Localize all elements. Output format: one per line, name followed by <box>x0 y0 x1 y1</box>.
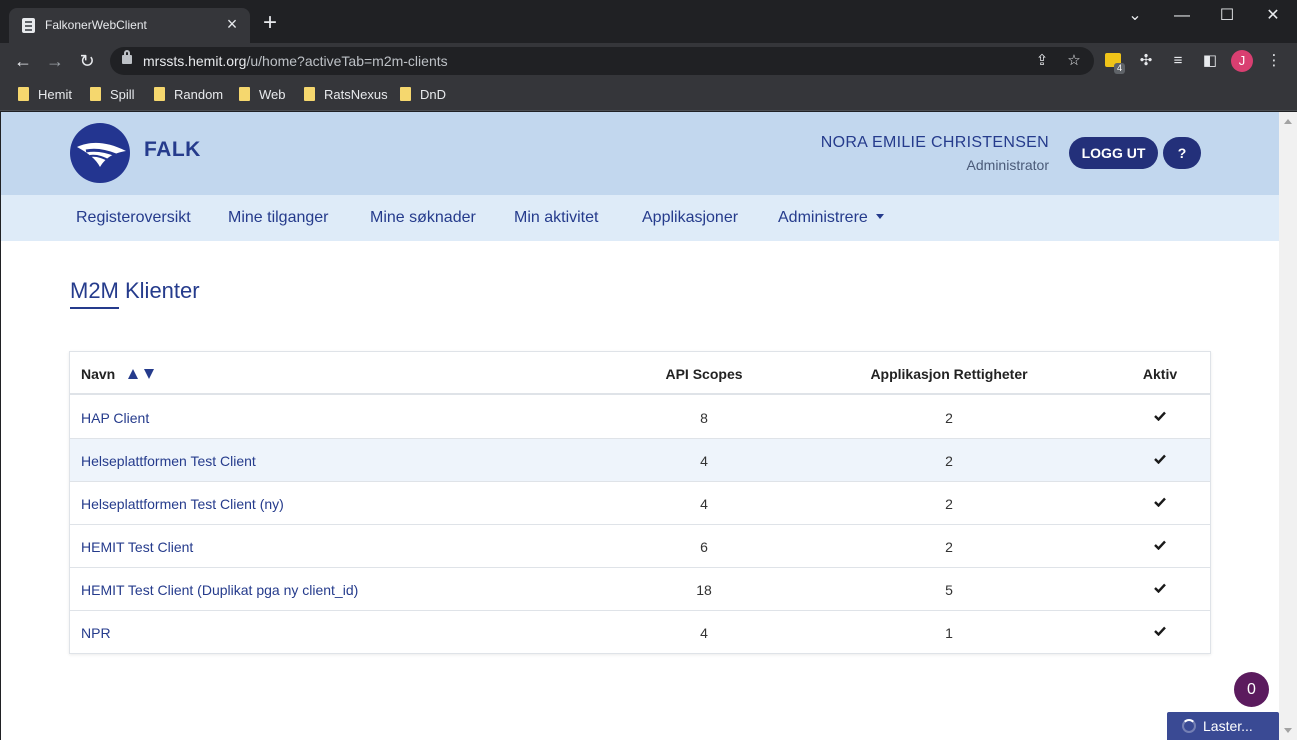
user-name: NORA EMILIE CHRISTENSEN <box>820 134 1049 151</box>
nav-administrere-dropdown[interactable]: Administrere <box>778 209 884 227</box>
api-scopes-count: 8 <box>700 410 708 426</box>
page-title: M2M Klienter <box>70 278 200 303</box>
back-icon[interactable]: ← <box>11 49 35 73</box>
main-nav: Registeroversikt Mine tilganger Mine søk… <box>1 195 1279 241</box>
app-rights-count: 1 <box>945 625 953 641</box>
tab-title: FalkonerWebClient <box>45 18 147 32</box>
url-text: mrssts.hemit.org/u/home?activeTab=m2m-cl… <box>143 53 448 69</box>
bookmarks-bar: Hemit Spill Random Web RatsNexus DnD <box>0 79 1297 111</box>
table-row[interactable]: HEMIT Test Client 6 2 <box>70 525 1210 568</box>
table-row[interactable]: Helseplattformen Test Client (ny) 4 2 <box>70 482 1210 525</box>
caret-down-icon <box>875 214 884 219</box>
checkmark-icon <box>1154 626 1166 636</box>
page-content: FALK NORA EMILIE CHRISTENSEN Administrat… <box>1 112 1279 740</box>
brand-name[interactable]: FALK <box>144 138 201 162</box>
nav-applikasjoner[interactable]: Applikasjoner <box>642 209 738 227</box>
nav-min-aktivitet[interactable]: Min aktivitet <box>514 209 598 227</box>
folder-icon <box>90 87 101 101</box>
folder-icon <box>154 87 165 101</box>
app-rights-count: 2 <box>945 496 953 512</box>
nav-mine-tilganger[interactable]: Mine tilganger <box>228 209 329 227</box>
side-panel-icon[interactable]: ◧ <box>1198 49 1222 73</box>
bookmark-random[interactable]: Random <box>154 86 223 104</box>
loading-text: Laster... <box>1203 718 1253 734</box>
bookmark-web[interactable]: Web <box>239 86 286 104</box>
sort-ascending-icon[interactable] <box>128 369 138 379</box>
app-header: FALK NORA EMILIE CHRISTENSEN Administrat… <box>1 112 1279 195</box>
checkmark-icon <box>1154 454 1166 464</box>
address-bar[interactable]: mrssts.hemit.org/u/home?activeTab=m2m-cl… <box>110 47 1094 75</box>
scroll-down-arrow-icon[interactable] <box>1284 728 1292 733</box>
app-rights-count: 2 <box>945 539 953 555</box>
checkmark-icon <box>1154 411 1166 421</box>
clients-table: Navn API Scopes Applikasjon Rettigheter … <box>69 351 1211 654</box>
api-scopes-count: 4 <box>700 453 708 469</box>
folder-icon <box>304 87 315 101</box>
logout-button[interactable]: LOGG UT <box>1069 137 1158 169</box>
client-name-link[interactable]: NPR <box>81 625 111 641</box>
nav-mine-soknader[interactable]: Mine søknader <box>370 209 476 227</box>
client-name-link[interactable]: HAP Client <box>81 410 149 426</box>
client-name-link[interactable]: Helseplattformen Test Client <box>81 453 256 469</box>
api-scopes-count: 4 <box>700 625 708 641</box>
loading-indicator: Laster... <box>1167 712 1279 740</box>
forward-icon[interactable]: → <box>43 49 67 73</box>
api-scopes-count: 18 <box>696 582 712 598</box>
bookmark-ratsnexus[interactable]: RatsNexus <box>304 86 388 104</box>
vertical-scrollbar[interactable] <box>1279 112 1297 740</box>
notification-count-badge[interactable]: 0 <box>1234 672 1269 707</box>
client-name-link[interactable]: Helseplattformen Test Client (ny) <box>81 496 284 512</box>
bookmark-star-icon[interactable]: ☆ <box>1064 51 1084 71</box>
spinner-icon <box>1182 719 1196 733</box>
sort-descending-icon[interactable] <box>144 369 154 379</box>
profile-avatar[interactable]: J <box>1231 50 1253 72</box>
help-button[interactable]: ? <box>1163 137 1201 169</box>
reload-icon[interactable]: ↻ <box>75 49 99 73</box>
user-role: Administrator <box>966 157 1049 173</box>
extensions-puzzle-icon[interactable]: ✣ <box>1134 49 1158 73</box>
app-rights-count: 2 <box>945 453 953 469</box>
minimize-icon[interactable]: — <box>1170 4 1194 28</box>
checkmark-icon <box>1154 497 1166 507</box>
reading-list-icon[interactable]: ≡ <box>1166 49 1190 73</box>
falk-logo-icon[interactable] <box>70 123 130 183</box>
app-rights-count: 5 <box>945 582 953 598</box>
new-tab-icon[interactable]: + <box>259 11 281 35</box>
app-rights-count: 2 <box>945 410 953 426</box>
share-icon[interactable]: ⇪ <box>1032 51 1052 71</box>
checkmark-icon <box>1154 540 1166 550</box>
browser-titlebar: FalkonerWebClient × + ⌄ — ☐ ✕ <box>0 0 1297 43</box>
maximize-icon[interactable]: ☐ <box>1215 4 1239 28</box>
client-name-link[interactable]: HEMIT Test Client (Duplikat pga ny clien… <box>81 582 358 598</box>
browser-tab[interactable]: FalkonerWebClient × <box>9 8 250 43</box>
extension-badge: 4 <box>1114 63 1126 74</box>
folder-icon <box>400 87 411 101</box>
nav-registeroversikt[interactable]: Registeroversikt <box>76 209 191 227</box>
tab-search-chevron-icon[interactable]: ⌄ <box>1123 4 1147 28</box>
folder-icon <box>18 87 29 101</box>
checkmark-icon <box>1154 583 1166 593</box>
title-underline <box>70 307 119 309</box>
browser-menu-icon[interactable]: ⋮ <box>1262 49 1286 73</box>
table-row[interactable]: NPR 4 1 <box>70 611 1210 654</box>
table-row[interactable]: HAP Client 8 2 <box>70 396 1210 439</box>
client-name-link[interactable]: HEMIT Test Client <box>81 539 193 555</box>
page-favicon-icon <box>22 18 35 33</box>
folder-icon <box>239 87 250 101</box>
api-scopes-count: 4 <box>700 496 708 512</box>
lock-icon <box>122 50 132 64</box>
bookmark-dnd[interactable]: DnD <box>400 86 446 104</box>
browser-toolbar: ← → ↻ mrssts.hemit.org/u/home?activeTab=… <box>0 43 1297 79</box>
column-header-navn[interactable]: Navn <box>81 366 115 382</box>
close-tab-icon[interactable]: × <box>222 14 242 34</box>
bookmark-spill[interactable]: Spill <box>90 86 135 104</box>
bookmark-hemit[interactable]: Hemit <box>18 86 72 104</box>
scroll-up-arrow-icon[interactable] <box>1284 119 1292 124</box>
table-row[interactable]: HEMIT Test Client (Duplikat pga ny clien… <box>70 568 1210 611</box>
api-scopes-count: 6 <box>700 539 708 555</box>
table-header: Navn API Scopes Applikasjon Rettigheter … <box>70 352 1210 395</box>
close-window-icon[interactable]: ✕ <box>1261 4 1285 28</box>
table-row[interactable]: Helseplattformen Test Client 4 2 <box>70 439 1210 482</box>
